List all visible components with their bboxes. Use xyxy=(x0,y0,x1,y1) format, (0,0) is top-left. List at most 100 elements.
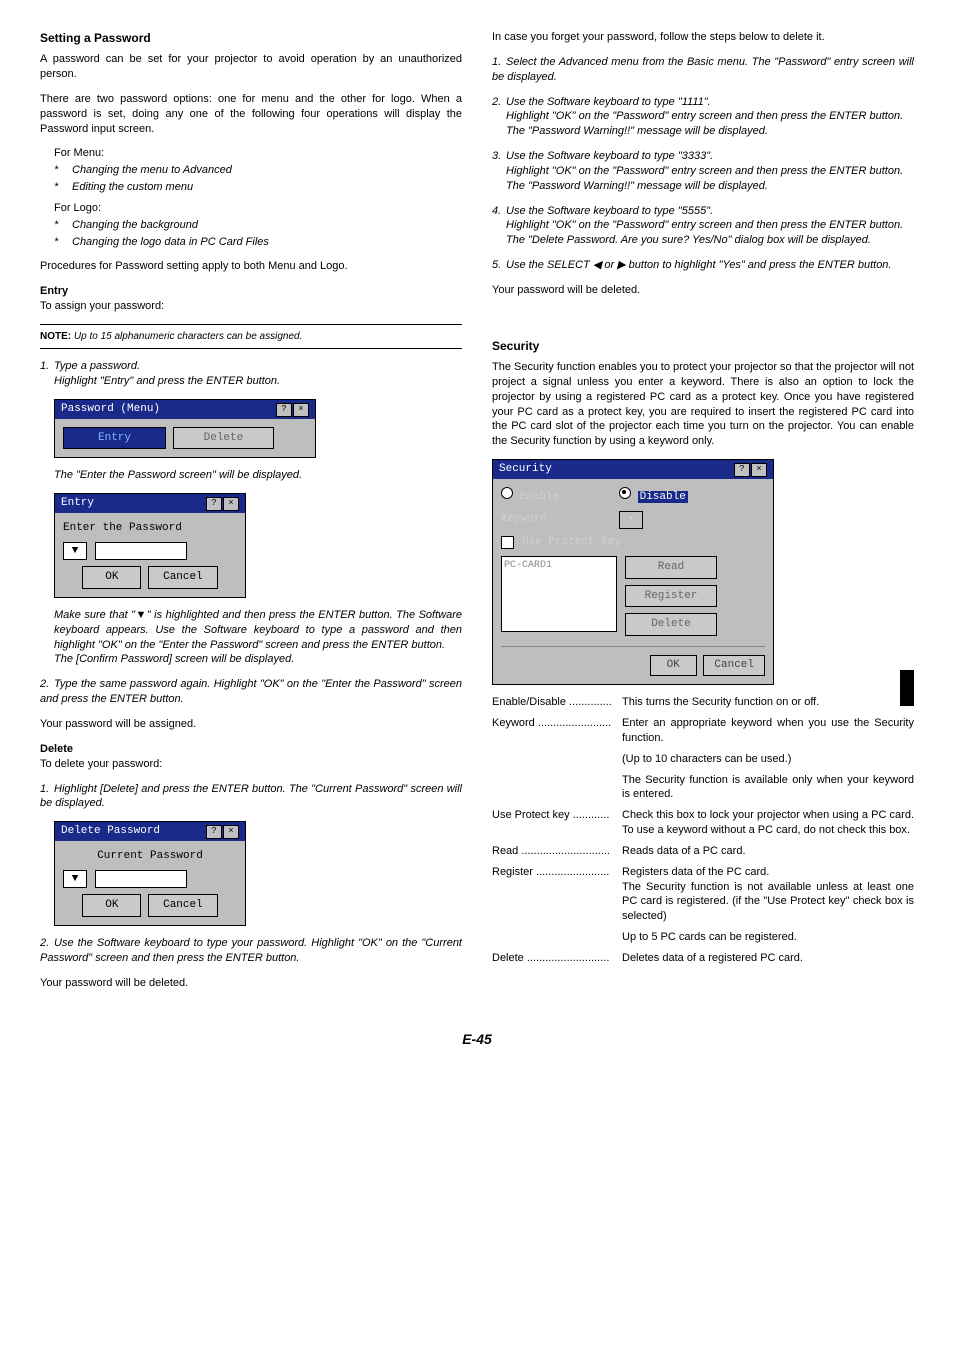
delete-button[interactable]: Delete xyxy=(173,427,275,450)
radio-disable[interactable] xyxy=(619,487,631,499)
window-buttons: ?× xyxy=(275,402,309,417)
close-icon[interactable]: × xyxy=(751,463,767,477)
heading-security: Security xyxy=(492,338,914,354)
definition-term: Read ............................. xyxy=(492,844,622,865)
paragraph: Your password will be assigned. xyxy=(40,717,462,732)
definition-description: This turns the Security function on or o… xyxy=(622,695,914,716)
definition-description: Check this box to lock your projector wh… xyxy=(622,808,914,844)
ui-security-window: Security ?× Enable Disable Keyword ▾ eee… xyxy=(492,459,774,685)
page-edge-tab xyxy=(900,670,914,706)
ok-button[interactable]: OK xyxy=(650,655,697,676)
list-item: *Changing the menu to Advanced xyxy=(54,163,462,178)
definition-description: Up to 5 PC cards can be registered. xyxy=(622,930,914,951)
close-icon[interactable]: × xyxy=(223,825,239,839)
paragraph: To delete your password: xyxy=(40,757,462,772)
ok-button[interactable]: OK xyxy=(82,894,141,917)
forgot-step: 5.Use the SELECT ◀ or ▶ button to highli… xyxy=(492,258,914,273)
password-input[interactable] xyxy=(95,542,187,560)
help-icon[interactable]: ? xyxy=(206,497,222,511)
ok-button[interactable]: OK xyxy=(82,566,141,589)
definition-term: Use Protect key ............ xyxy=(492,808,622,844)
step-2: 2.Type the same password again. Highligh… xyxy=(40,677,462,707)
forgot-step: 2.Use the Software keyboard to type "111… xyxy=(492,95,914,140)
dropdown-toggle[interactable]: ▼ xyxy=(63,870,87,888)
help-icon[interactable]: ? xyxy=(206,825,222,839)
table-row: Up to 5 PC cards can be registered. xyxy=(492,930,914,951)
definition-description: Deletes data of a registered PC card. xyxy=(622,951,914,972)
definition-term: Enable/Disable .............. xyxy=(492,695,622,716)
field-label: Current Password xyxy=(63,849,237,864)
radio-enable[interactable] xyxy=(501,487,513,499)
paragraph: Your password will be deleted. xyxy=(40,976,462,991)
close-icon[interactable]: × xyxy=(293,403,309,417)
table-row: (Up to 10 characters can be used.) xyxy=(492,752,914,773)
table-row: Use Protect key ............Check this b… xyxy=(492,808,914,844)
definition-term: Register ........................ xyxy=(492,865,622,930)
paragraph: Make sure that "▼" is highlighted and th… xyxy=(54,608,462,653)
checkbox-use-protect-key[interactable] xyxy=(501,536,514,549)
list-item: *Changing the background xyxy=(54,218,462,233)
paragraph: The "Enter the Password screen" will be … xyxy=(54,468,462,483)
paragraph: There are two password options: one for … xyxy=(40,92,462,137)
dropdown-toggle[interactable]: ▾ xyxy=(619,511,643,529)
table-row: Enable/Disable ..............This turns … xyxy=(492,695,914,716)
window-title: Security xyxy=(499,462,552,477)
register-button[interactable]: Register xyxy=(625,585,717,608)
paragraph: To assign your password: xyxy=(40,299,462,314)
definition-term xyxy=(492,930,622,951)
ui-entry-window: Entry ?× Enter the Password ▼ OK Cancel xyxy=(54,493,246,598)
table-row: Register ........................Registe… xyxy=(492,865,914,930)
definition-term xyxy=(492,773,622,809)
help-icon[interactable]: ? xyxy=(276,403,292,417)
close-icon[interactable]: × xyxy=(223,497,239,511)
delete-button[interactable]: Delete xyxy=(625,613,717,636)
help-icon[interactable]: ? xyxy=(734,463,750,477)
ui-password-menu-window: Password (Menu) ?× Entry Delete xyxy=(54,399,316,459)
note-block: NOTE: Up to 15 alphanumeric characters c… xyxy=(40,324,462,349)
window-buttons: ?× xyxy=(733,462,767,477)
entry-button[interactable]: Entry xyxy=(63,427,166,450)
field-label: Keyword xyxy=(501,512,611,527)
definition-description: Enter an appropriate keyword when you us… xyxy=(622,716,914,752)
cancel-button[interactable]: Cancel xyxy=(703,655,765,676)
cancel-button[interactable]: Cancel xyxy=(148,894,218,917)
radio-label: Enable xyxy=(520,491,560,503)
definitions-table: Enable/Disable ..............This turns … xyxy=(492,695,914,972)
definition-term xyxy=(492,752,622,773)
forgot-step: 3.Use the Software keyboard to type "333… xyxy=(492,149,914,194)
window-titlebar: Entry ?× xyxy=(55,494,245,513)
window-title: Password (Menu) xyxy=(61,402,160,417)
heading-delete: Delete xyxy=(40,742,462,757)
list-item: *Editing the custom menu xyxy=(54,180,462,195)
definition-description: The Security function is available only … xyxy=(622,773,914,809)
window-title: Entry xyxy=(61,496,94,511)
window-titlebar: Security ?× xyxy=(493,460,773,479)
paragraph: A password can be set for your projector… xyxy=(40,52,462,82)
table-row: Keyword ........................Enter an… xyxy=(492,716,914,752)
forgot-step: 1.Select the Advanced menu from the Basi… xyxy=(492,55,914,85)
paragraph: Procedures for Password setting apply to… xyxy=(40,259,462,274)
step-1-delete: 1.Highlight [Delete] and press the ENTER… xyxy=(40,782,462,812)
cancel-button[interactable]: Cancel xyxy=(148,566,218,589)
password-input[interactable] xyxy=(95,870,187,888)
paragraph: The [Confirm Password] screen will be di… xyxy=(54,652,462,667)
read-button[interactable]: Read xyxy=(625,556,717,579)
heading-setting-password: Setting a Password xyxy=(40,30,462,46)
ui-delete-password-window: Delete Password ?× Current Password ▼ OK… xyxy=(54,821,246,926)
right-column: In case you forget your password, follow… xyxy=(492,30,914,1000)
forgot-step: 4.Use the Software keyboard to type "555… xyxy=(492,204,914,249)
window-buttons: ?× xyxy=(205,496,239,511)
keyword-value: eeeeeeeeee xyxy=(651,512,717,527)
step-2-delete: 2.Use the Software keyboard to type your… xyxy=(40,936,462,966)
definition-term: Delete ........................... xyxy=(492,951,622,972)
step-1: 1.Type a password. Highlight "Entry" and… xyxy=(40,359,462,389)
field-label: Enter the Password xyxy=(63,521,237,536)
dropdown-toggle[interactable]: ▼ xyxy=(63,542,87,560)
label-for-logo: For Logo: xyxy=(54,201,462,216)
window-buttons: ?× xyxy=(205,824,239,839)
left-column: Setting a Password A password can be set… xyxy=(40,30,462,1000)
definition-term: Keyword ........................ xyxy=(492,716,622,752)
pc-card-list[interactable]: PC-CARD1 xyxy=(501,556,617,632)
window-titlebar: Password (Menu) ?× xyxy=(55,400,315,419)
checkbox-label: Use Protect key xyxy=(522,535,621,550)
